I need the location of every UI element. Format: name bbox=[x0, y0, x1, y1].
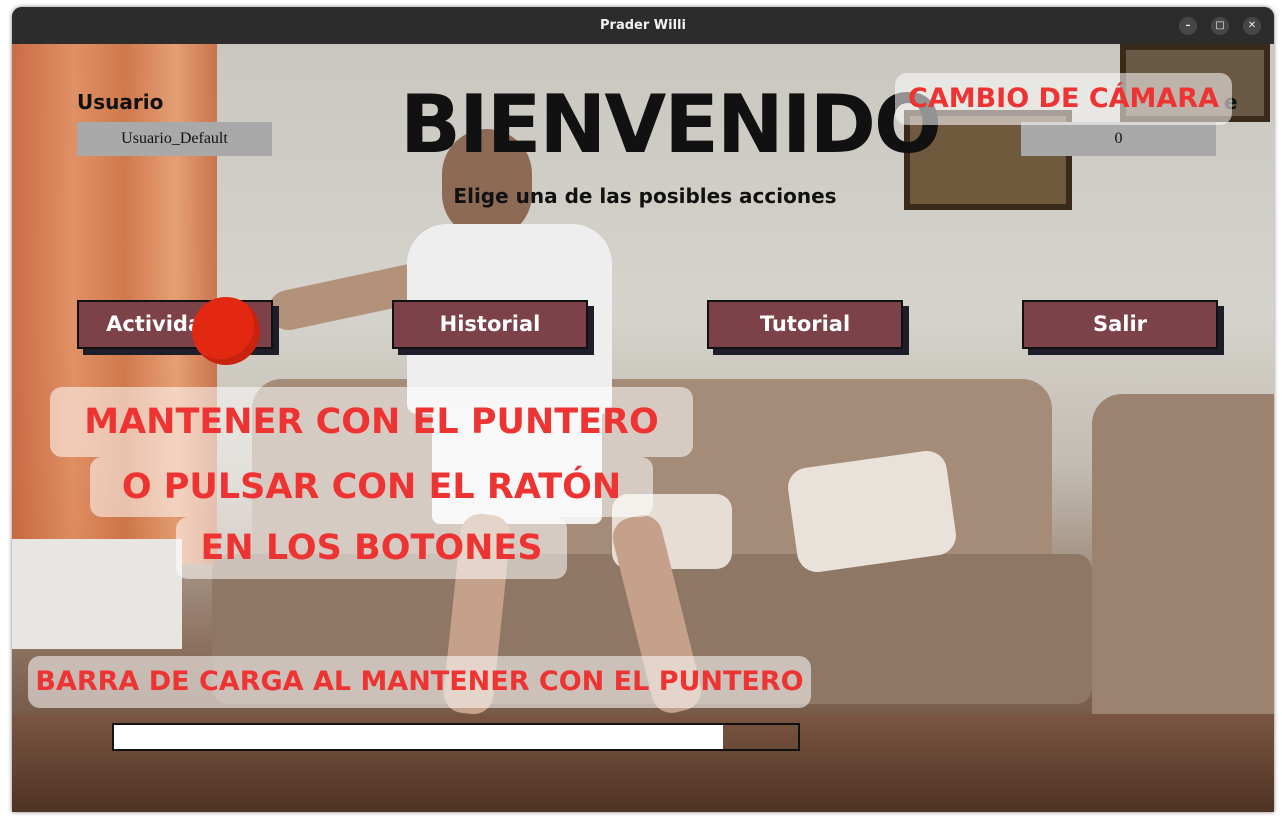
window-title: Prader Willi bbox=[600, 18, 686, 33]
app-window: Prader Willi – □ ✕ Usuario Usuario_Defau… bbox=[12, 7, 1274, 812]
background-table bbox=[12, 539, 182, 649]
loading-progress-bar bbox=[112, 723, 800, 751]
background-armchair bbox=[1092, 394, 1274, 734]
instruction-line-3: EN LOS BOTONES bbox=[176, 517, 567, 579]
close-button[interactable]: ✕ bbox=[1243, 17, 1261, 35]
hand-pointer-cursor bbox=[192, 297, 260, 365]
historial-button[interactable]: Historial bbox=[392, 300, 588, 349]
instruction-line-2: O PULSAR CON EL RATÓN bbox=[90, 457, 653, 517]
instruction-line-1: MANTENER CON EL PUNTERO bbox=[50, 387, 693, 457]
title-bar: Prader Willi – □ ✕ bbox=[12, 7, 1274, 44]
camera-switch-annotation[interactable]: CAMBIO DE CÁMARA bbox=[895, 73, 1232, 125]
tutorial-button[interactable]: Tutorial bbox=[707, 300, 903, 349]
user-field: Usuario_Default bbox=[77, 122, 272, 156]
loading-bar-annotation: BARRA DE CARGA AL MANTENER CON EL PUNTER… bbox=[28, 656, 811, 708]
counter-field: 0 bbox=[1021, 122, 1216, 156]
user-label: Usuario bbox=[77, 90, 164, 114]
background-pillow bbox=[785, 448, 959, 575]
minimize-button[interactable]: – bbox=[1179, 17, 1197, 35]
camera-feed: Usuario Usuario_Default BIENVENIDO Elige… bbox=[12, 44, 1274, 812]
page-subtitle: Elige una de las posibles acciones bbox=[453, 184, 837, 208]
salir-button[interactable]: Salir bbox=[1022, 300, 1218, 349]
loading-progress-fill bbox=[114, 725, 723, 749]
page-title: BIENVENIDO bbox=[400, 78, 942, 171]
maximize-button[interactable]: □ bbox=[1211, 17, 1229, 35]
